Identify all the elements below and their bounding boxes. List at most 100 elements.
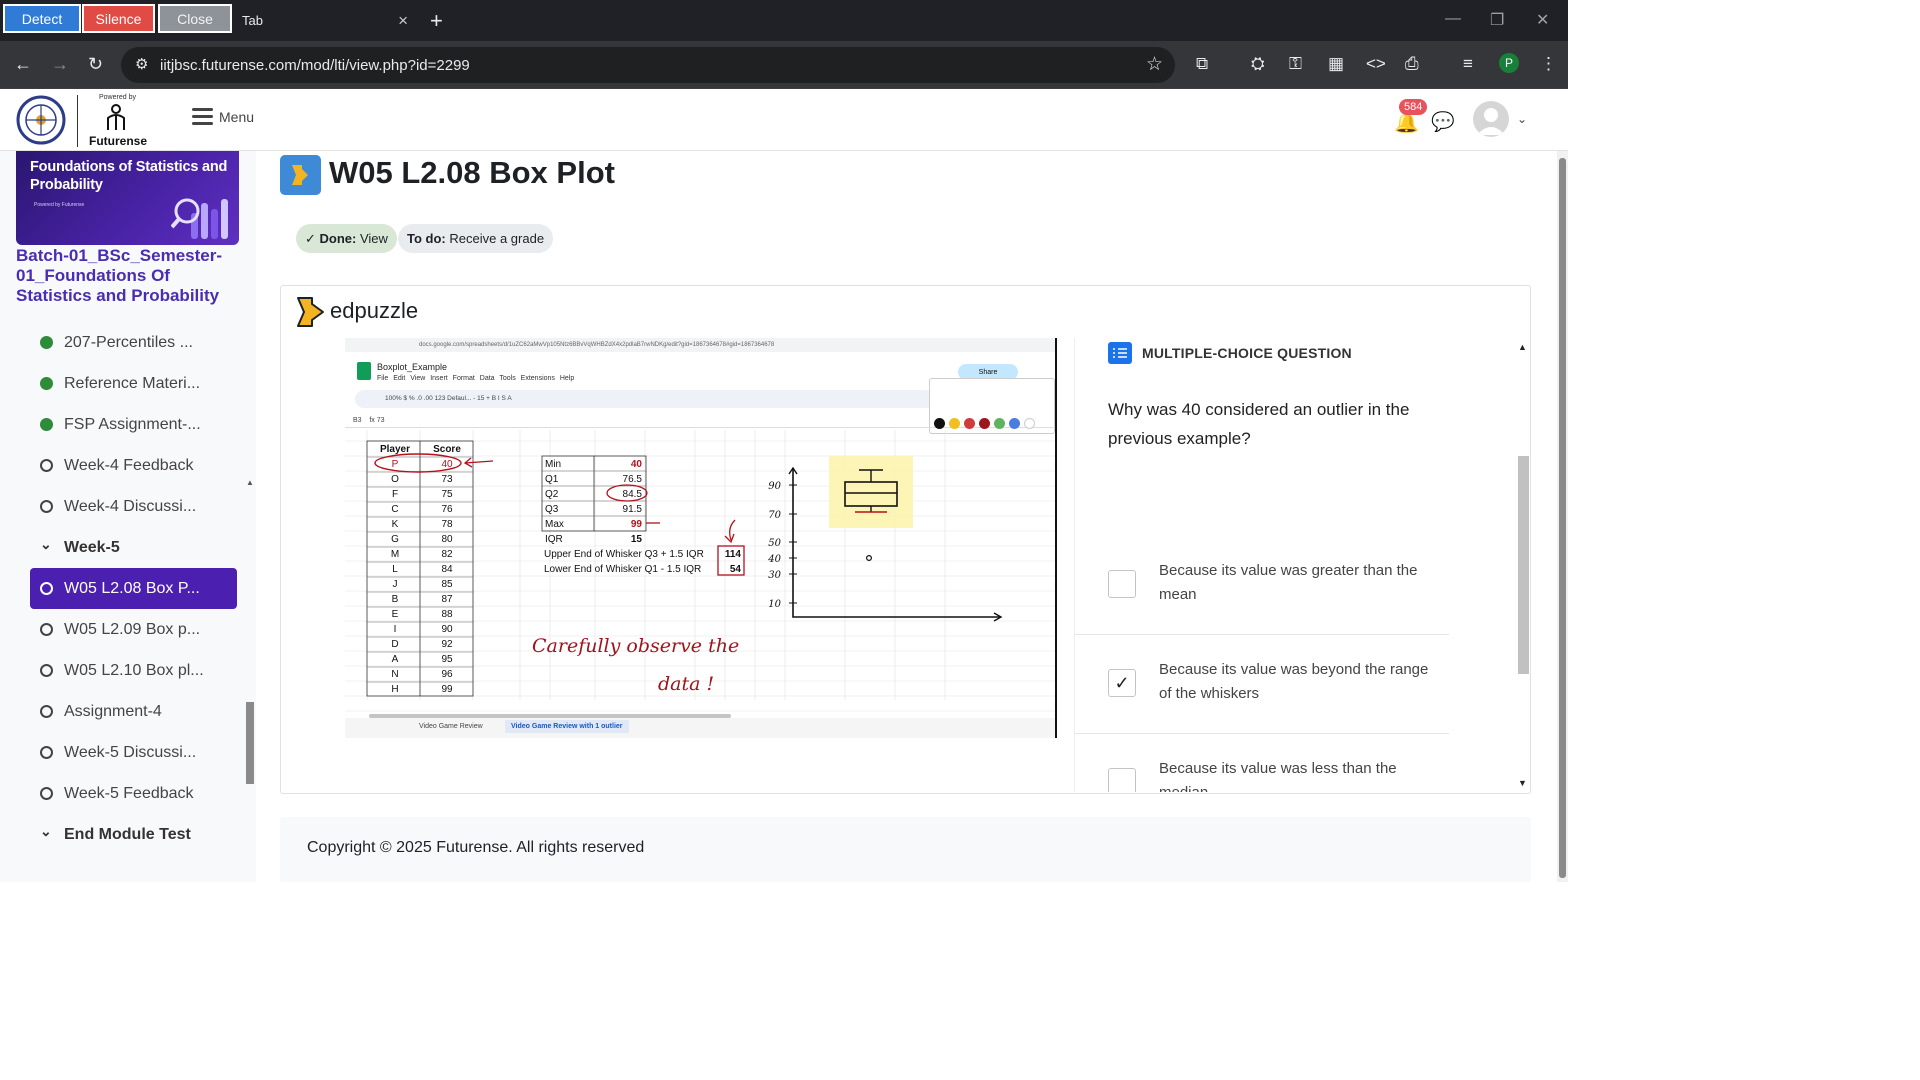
table-icon[interactable]: ▦ [1328,54,1344,74]
score-cell: 88 [441,609,453,620]
iqr-value: 15 [631,534,643,545]
player-cell: J [393,579,398,590]
sidebar-scroll-up-icon[interactable]: ▲ [246,478,254,487]
sidebar-item[interactable]: 207-Percentiles ... [0,322,256,363]
player-cell: M [391,549,399,560]
outlier-arrow [463,457,494,468]
banner-powered: Powered by Futurense [34,202,85,208]
lti-activity-icon [280,155,321,195]
course-banner: Foundations of Statistics and Probabilit… [16,151,239,245]
answer-text: Because its value was greater than the m… [1159,562,1418,603]
score-cell: 82 [441,549,453,560]
answer-option[interactable]: Because its value was less than the medi… [1075,734,1449,792]
futurense-brand: Futurense [89,134,148,148]
answer-checkbox[interactable]: ✓ [1108,669,1136,697]
sidebar-item[interactable]: Reference Materi... [0,363,256,404]
forward-icon[interactable]: → [51,54,69,75]
window-close-icon[interactable]: ✕ [1536,10,1549,30]
answer-option[interactable]: ✓ Because its value was beyond the range … [1075,635,1449,734]
menu-button[interactable]: Menu [192,108,254,125]
chevron-down-icon[interactable]: ⌄ [40,823,52,840]
bookmark-star-icon[interactable]: ☆ [1146,53,1163,76]
password-key-icon[interactable]: ⚿ [1289,54,1302,74]
palette-color-dot [979,418,990,429]
incognito-icon[interactable]: ⛭ [1251,54,1265,74]
sidebar-item[interactable]: W05 L2.10 Box pl... [0,650,256,691]
sidebar-item[interactable]: ⌄ Week-5 [0,527,256,568]
edpuzzle-logo-icon [297,297,324,327]
site-info-icon[interactable]: ⚙ [135,55,148,73]
sidebar-item[interactable]: Week-4 Feedback [0,445,256,486]
score-header: Score [433,444,461,455]
sidebar-item[interactable]: Week-5 Feedback [0,773,256,814]
url-text[interactable]: iitjbsc.futurense.com/mod/lti/view.php?i… [160,57,470,74]
sidebar-item-label: Week-4 Feedback [64,456,194,474]
sidebar-item[interactable]: FSP Assignment-... [0,404,256,445]
code-icon[interactable]: <> [1366,54,1386,74]
sidebar-scrollbar[interactable] [246,702,254,784]
completion-todo-badge: To do: Receive a grade [398,224,554,253]
incomplete-circle-icon [40,500,53,513]
extensions-icon[interactable]: ⧉ [1196,54,1208,74]
answer-checkbox[interactable] [1108,570,1136,598]
futurense-logo-icon [107,104,125,130]
question-scrollbar[interactable] [1518,456,1529,674]
sheet-tab-2: Video Game Review with 1 outlier [505,720,629,733]
question-text: Why was 40 considered an outlier in the … [1108,400,1410,448]
answer-checkbox[interactable] [1108,768,1136,792]
sidebar-item-label: W05 L2.10 Box pl... [64,661,204,679]
sheet-tab-1: Video Game Review [419,723,483,730]
browser-menu-icon[interactable]: ⋮ [1540,54,1557,74]
chat-bubble-icon[interactable]: 💬 [1431,110,1455,134]
tab-close-icon[interactable]: × [398,11,408,31]
sheet-menus: File Edit View Insert Format Data Tools … [377,375,575,382]
address-bar[interactable]: ⚙ iitjbsc.futurense.com/mod/lti/view.php… [121,47,1175,83]
media-queue-icon[interactable]: ≡ [1463,54,1473,74]
sheet-tabs: Video Game Review Video Game Review with… [345,718,1055,738]
sidebar-item[interactable]: ⌄ End Module Test [0,814,256,855]
sidebar-item[interactable]: W05 L2.09 Box p... [0,609,256,650]
video-player[interactable]: docs.google.com/spreadsheets/d/1uZC62aMw… [345,338,1057,738]
sidebar-item[interactable]: Week-4 Discussi... [0,486,256,527]
sidebar-item[interactable]: Week-5 Discussi... [0,732,256,773]
score-cell: 96 [441,669,453,680]
minimize-icon[interactable]: — [1445,10,1461,28]
answer-text: Because its value was less than the medi… [1159,760,1397,792]
reload-icon[interactable]: ↻ [88,54,103,75]
sidebar-item-label: Week-4 Discussi... [64,497,197,515]
todo-value: Receive a grade [449,231,545,246]
logo-divider [77,95,78,147]
score-cell: 87 [441,594,453,605]
sidebar-item-label: FSP Assignment-... [64,415,201,433]
sidebar-item[interactable]: W05 L2.08 Box P... [30,568,237,609]
question-scroll-up-icon[interactable]: ▲ [1518,342,1527,352]
chevron-down-icon[interactable]: ⌄ [1517,112,1527,126]
detect-button[interactable]: Detect [3,4,81,33]
axis-tick-label: 30 [768,570,781,581]
powered-by-text: Powered by [99,94,136,101]
course-title-link[interactable]: Batch-01_BSc_Semester-01_Foundations Of … [16,246,246,306]
score-cell: 78 [441,519,453,530]
user-avatar[interactable] [1473,101,1509,137]
question-scroll-down-icon[interactable]: ▼ [1518,778,1527,788]
sheet-doc-name: Boxplot_Example [377,362,448,372]
player-cell: D [391,639,398,650]
page-scrollbar[interactable] [1559,158,1566,878]
sidebar-item[interactable]: Assignment-4 [0,691,256,732]
player-header: Player [380,444,410,455]
restore-icon[interactable]: ❐ [1490,10,1504,30]
stat-label: Min [545,459,561,470]
browser-tab[interactable]: Tab × [236,0,420,41]
close-extension-button[interactable]: Close [158,4,232,33]
sidebar-item-label: Week-5 [64,538,120,556]
silence-button[interactable]: Silence [82,4,155,33]
lower-whisker-label: Lower End of Whisker Q1 - 1.5 IQR [544,564,701,575]
iit-logo [16,95,66,145]
copyright-text: Copyright © 2025 Futurense. All rights r… [307,839,645,856]
back-icon[interactable]: ← [14,54,32,75]
profile-avatar[interactable]: P [1499,53,1519,73]
chevron-down-icon[interactable]: ⌄ [40,536,52,553]
answer-option[interactable]: Because its value was greater than the m… [1075,536,1449,635]
print-icon[interactable]: ⎙ [1405,54,1419,74]
new-tab-icon[interactable]: + [430,8,443,34]
